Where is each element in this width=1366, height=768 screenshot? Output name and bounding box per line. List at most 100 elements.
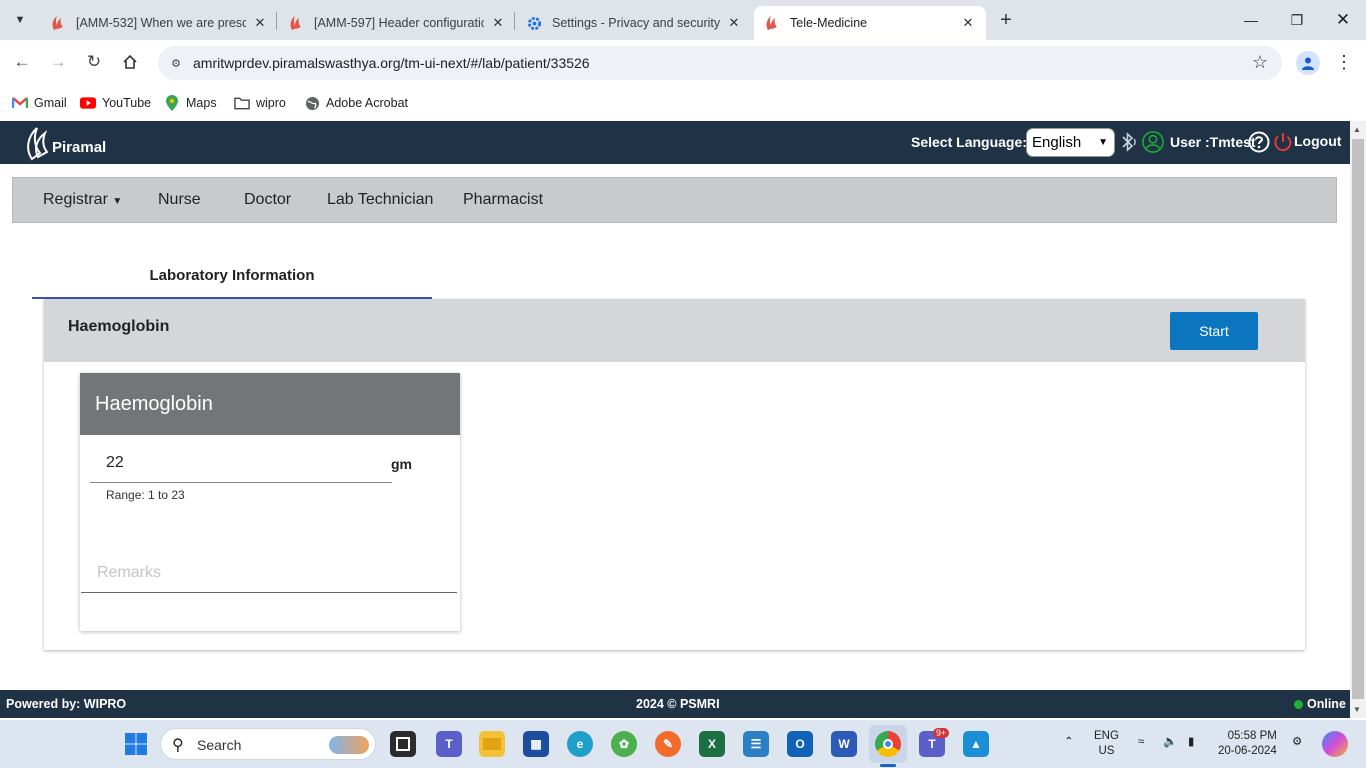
notification-bell-icon[interactable]: ⚙ (1292, 735, 1302, 750)
browser-tab-amm597[interactable]: [AMM-597] Header configuratio ✕ (278, 6, 516, 40)
battery-icon[interactable]: ▮ (1188, 735, 1194, 750)
maps-pin-icon (164, 95, 180, 111)
user-name-label: User :Tmtest (1170, 134, 1256, 150)
tab-search-chevron-icon[interactable]: ▼ (8, 8, 32, 32)
restore-window-icon[interactable]: ❐ (1274, 6, 1320, 34)
tab-separator (276, 12, 277, 30)
outlook-icon[interactable]: O (787, 731, 813, 757)
close-tab-icon[interactable]: ✕ (490, 15, 506, 31)
speaker-icon[interactable]: 🔈 (1163, 735, 1177, 750)
wifi-icon[interactable]: ≈ (1138, 735, 1144, 750)
teams-notification-badge: 9+ (933, 728, 950, 738)
bookmark-youtube[interactable]: YouTube (80, 92, 151, 114)
close-tab-icon[interactable]: ✕ (726, 15, 742, 31)
site-info-icon[interactable]: ⚙ (166, 53, 186, 73)
bookmark-adobe-acrobat[interactable]: Adobe Acrobat (304, 92, 408, 114)
piramal-logo[interactable]: Piramal (26, 125, 106, 161)
browser-tab-telemedicine[interactable]: Tele-Medicine ✕ (754, 6, 986, 40)
scroll-up-arrow-icon[interactable]: ▲ (1353, 125, 1361, 134)
bookmark-maps[interactable]: Maps (164, 92, 217, 114)
file-explorer-icon[interactable] (479, 731, 505, 757)
browser-tab-settings[interactable]: Settings - Privacy and security ✕ (516, 6, 752, 40)
nav-lab-technician[interactable]: Lab Technician (327, 191, 433, 209)
start-button[interactable]: Start (1170, 312, 1258, 350)
clock-date: 20-06-2024 (1218, 745, 1277, 757)
browser-tab-strip: ▼ [AMM-532] When we are presc ✕ [AMM-597… (0, 0, 1366, 40)
edge-browser-icon[interactable]: e (567, 731, 593, 757)
nav-pharmacist[interactable]: Pharmacist (463, 191, 543, 209)
scroll-down-arrow-icon[interactable]: ▼ (1353, 705, 1361, 714)
url-text[interactable]: amritwprdev.piramalswasthya.org/tm-ui-ne… (193, 55, 590, 71)
language-selected-value: English (1032, 134, 1082, 151)
piramal-favicon-icon (50, 15, 66, 31)
bookmark-label: wipro (256, 96, 286, 110)
bluetooth-icon[interactable] (1118, 131, 1140, 153)
bookmark-folder-wipro[interactable]: wipro (234, 92, 286, 114)
back-arrow-icon[interactable]: ← (10, 50, 34, 74)
close-tab-icon[interactable]: ✕ (252, 15, 268, 31)
word-icon[interactable]: W (831, 731, 857, 757)
browser-menu-kebab-icon[interactable]: ⋮ (1334, 50, 1354, 74)
bookmark-gmail[interactable]: Gmail (12, 92, 67, 114)
excel-icon[interactable]: X (699, 731, 725, 757)
clock-time: 05:58 PM (1227, 730, 1277, 742)
orange-app-icon[interactable]: ✎ (655, 731, 681, 757)
settings-gear-icon (526, 15, 542, 31)
taskbar-search-box[interactable]: ⚲ Search (160, 728, 376, 760)
forward-arrow-icon[interactable]: → (46, 50, 70, 74)
chrome-icon[interactable] (875, 731, 901, 757)
windows-start-icon[interactable] (123, 731, 149, 757)
address-bar[interactable]: ⚙ amritwprdev.piramalswasthya.org/tm-ui-… (158, 46, 1282, 80)
task-view-icon[interactable] (390, 731, 416, 757)
result-value-input[interactable]: 22 (90, 451, 392, 483)
bookmark-label: YouTube (102, 96, 152, 110)
piramal-favicon-icon (764, 15, 780, 31)
page-scrollbar[interactable]: ▲ ▼ (1350, 121, 1366, 718)
browser-tab-amm532[interactable]: [AMM-532] When we are presc ✕ (40, 6, 278, 40)
microsoft-store-icon[interactable]: ▦ (523, 731, 549, 757)
help-question-icon[interactable] (1248, 131, 1270, 153)
chevron-down-icon: ▼ (1098, 137, 1108, 148)
panel-header: Haemoglobin Start (44, 299, 1305, 362)
logout-link[interactable]: Logout (1294, 133, 1341, 149)
profile-avatar-icon[interactable] (1296, 51, 1320, 75)
caret-down-icon: ▼ (112, 196, 123, 207)
show-hidden-icons-chevron-icon[interactable]: ⌃ (1064, 735, 1074, 750)
notepad-icon[interactable]: ☰ (743, 731, 769, 757)
copilot-icon[interactable] (1322, 731, 1348, 757)
teams-icon[interactable]: T (436, 731, 462, 757)
gmail-icon (12, 95, 28, 111)
bookmark-label: Adobe Acrobat (326, 96, 409, 110)
minimize-window-icon[interactable]: — (1228, 6, 1274, 34)
reload-icon[interactable]: ↻ (82, 50, 106, 74)
logo-text: Piramal (52, 138, 107, 156)
piramal-leaf-icon (27, 127, 49, 161)
green-app-icon[interactable]: ✿ (611, 731, 637, 757)
close-window-icon[interactable]: ✕ (1320, 6, 1366, 34)
home-icon[interactable] (118, 50, 142, 74)
tab-laboratory-information[interactable]: Laboratory Information (32, 255, 432, 299)
close-tab-icon[interactable]: ✕ (960, 15, 976, 31)
bookmark-star-icon[interactable]: ☆ (1252, 52, 1268, 73)
folder-icon (234, 95, 250, 111)
globe-icon (304, 95, 320, 111)
tab-title: [AMM-532] When we are presc (76, 16, 246, 30)
user-profile-icon[interactable] (1142, 131, 1164, 153)
scrollbar-thumb[interactable] (1352, 139, 1364, 699)
new-tab-plus-icon[interactable]: + (994, 8, 1018, 32)
tab-title: [AMM-597] Header configuratio (314, 16, 484, 30)
nav-nurse[interactable]: Nurse (158, 191, 201, 209)
region-code: US (1098, 745, 1115, 757)
photos-icon[interactable]: ▲ (963, 731, 989, 757)
online-status: Online (1294, 697, 1346, 711)
power-logout-icon[interactable] (1272, 131, 1294, 153)
language-select[interactable]: English ▼ (1026, 128, 1115, 157)
clock[interactable]: 05:58 PM 20-06-2024 (1218, 729, 1277, 759)
nav-registrar[interactable]: Registrar ▼ (43, 191, 122, 209)
language-indicator[interactable]: ENG US (1094, 729, 1119, 759)
search-highlight-icon (329, 736, 369, 754)
nav-doctor[interactable]: Doctor (244, 191, 291, 209)
online-dot-icon (1294, 699, 1303, 709)
remarks-input[interactable]: Remarks (81, 558, 457, 593)
nav-registrar-label: Registrar (43, 191, 108, 208)
